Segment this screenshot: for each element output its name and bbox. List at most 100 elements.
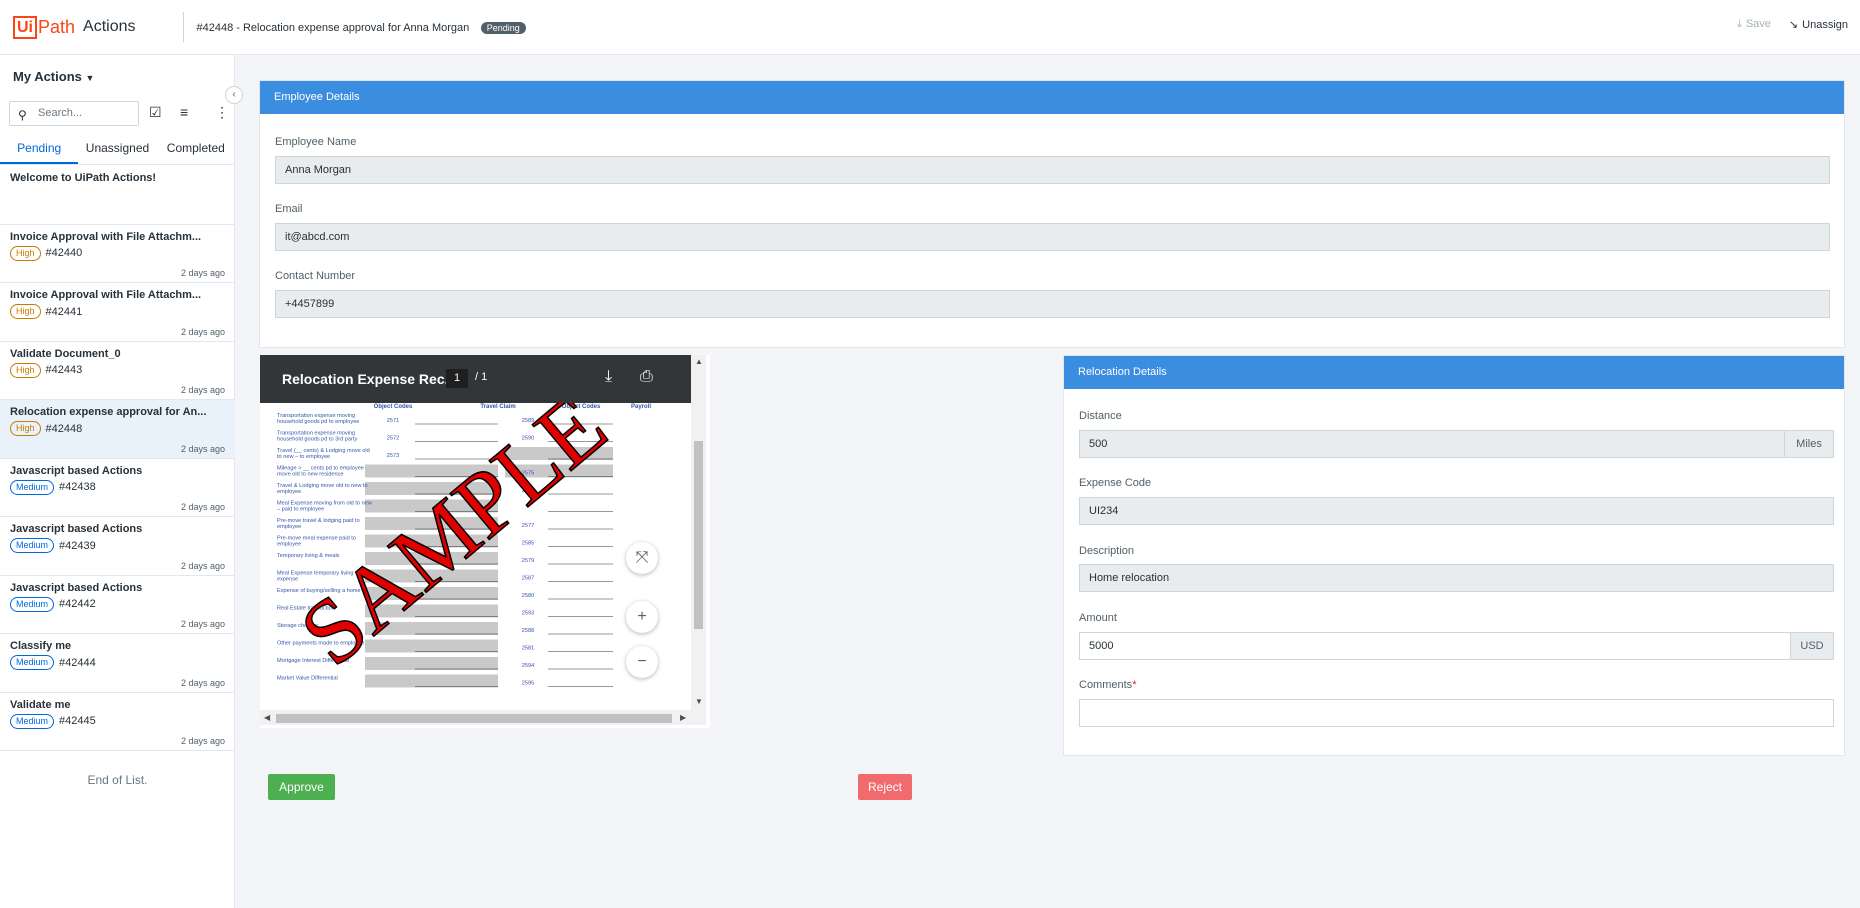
- contact-number-field[interactable]: +4457899: [275, 290, 1830, 318]
- print-icon[interactable]: ⎙: [640, 368, 653, 386]
- pdf-row-desc: employee: [277, 524, 301, 530]
- comments-field[interactable]: [1079, 699, 1834, 727]
- list-item[interactable]: Javascript based Actions Medium #42442 2 …: [0, 576, 235, 634]
- pdf-column-header: Travel Claim: [480, 404, 515, 410]
- fit-page-icon[interactable]: ⤧: [626, 542, 658, 574]
- logo-path: Path: [38, 16, 76, 37]
- distance-field[interactable]: 500: [1079, 430, 1785, 458]
- scroll-up-icon[interactable]: ▲: [695, 357, 703, 366]
- list-item[interactable]: Classify me Medium #42444 2 days ago: [0, 634, 235, 693]
- tab-unassigned[interactable]: Unassigned: [78, 135, 156, 164]
- priority-badge: High: [10, 421, 41, 436]
- pdf-page-render: Object Codes Travel Claim Object Codes Payr…: [277, 403, 651, 688]
- search-placeholder: Search...: [38, 107, 83, 119]
- item-time: 2 days ago: [180, 502, 225, 512]
- uipath-logo[interactable]: Ui Path Actions: [13, 15, 136, 39]
- item-title: Invoice Approval with File Attachm...: [10, 289, 202, 301]
- reject-button[interactable]: Reject: [858, 774, 912, 800]
- priority-badge: High: [10, 362, 41, 378]
- list-item[interactable]: Validate Document_0 High #42443 2 days ag…: [0, 342, 235, 400]
- pdf-vertical-scroll-thumb[interactable]: [694, 441, 703, 629]
- header-divider: [182, 12, 184, 42]
- item-title: Validate Document_0: [10, 347, 121, 360]
- pdf-column-header: Object Codes: [374, 404, 413, 410]
- item-time: 2 days ago: [180, 619, 225, 629]
- list-item[interactable]: Welcome to UiPath Actions!: [0, 166, 235, 225]
- zoom-out-icon[interactable]: −: [626, 646, 658, 678]
- select-all-icon[interactable]: ☑: [149, 104, 162, 121]
- required-marker: *: [1132, 679, 1137, 691]
- priority-badge: High: [10, 245, 41, 261]
- pdf-row-desc: household goods pd to employee: [277, 419, 359, 425]
- item-title: Validate me: [10, 698, 71, 711]
- end-of-list: End of List.: [87, 773, 148, 787]
- save-button[interactable]: ⤓ Save: [1737, 18, 1771, 31]
- pdf-code: 2593: [522, 611, 534, 617]
- unassign-button[interactable]: ↘ Unassign: [1789, 18, 1848, 31]
- pdf-column-header: Payroll: [631, 404, 651, 410]
- top-actions: ⤓ Save ↘ Unassign: [1737, 18, 1848, 31]
- relocation-details-card: Relocation Details Distance 500 Miles Ex…: [1063, 355, 1845, 756]
- tab-pending[interactable]: Pending: [0, 135, 79, 164]
- list-item[interactable]: Validate me Medium #42445 2 days ago: [0, 693, 235, 751]
- pdf-title: Relocation Expense Rec...: [282, 371, 457, 387]
- search-input[interactable]: ⚲ Search...: [9, 101, 139, 126]
- pdf-row-desc: to new – to employee: [277, 454, 330, 460]
- description-field[interactable]: Home relocation: [1079, 564, 1834, 592]
- amount-field[interactable]: 5000: [1079, 632, 1791, 660]
- item-time: 2 days ago: [180, 268, 225, 278]
- scroll-down-icon[interactable]: ▼: [695, 697, 703, 706]
- scroll-right-icon[interactable]: ▶: [680, 713, 686, 722]
- list-item[interactable]: Javascript based Actions Medium #42439 2 …: [0, 517, 235, 576]
- more-options-icon[interactable]: ⋮: [215, 104, 229, 121]
- collapse-sidebar-icon[interactable]: ‹: [225, 86, 243, 104]
- pdf-page-input[interactable]: 1: [446, 369, 468, 388]
- pdf-viewer[interactable]: Relocation Expense Rec... 1 / 1 ⤓ ⎙ Obje…: [260, 355, 710, 728]
- item-id: #42439: [59, 539, 96, 552]
- employee-details-header: Employee Details: [260, 81, 1844, 114]
- item-id: #42443: [45, 364, 83, 376]
- unassign-label: Unassign: [1802, 19, 1848, 31]
- pdf-code: 2595: [522, 681, 534, 687]
- pdf-code: 2572: [387, 436, 399, 442]
- item-title: Invoice Approval with File Attachm...: [10, 230, 202, 243]
- scroll-left-icon[interactable]: ◀: [264, 713, 270, 722]
- caret-down-icon: ▼: [85, 73, 95, 83]
- logo-product: Actions: [83, 18, 136, 35]
- priority-badge: High: [10, 304, 41, 319]
- employee-name-field[interactable]: Anna Morgan: [275, 156, 1830, 184]
- pdf-document: Object Codes Travel Claim Object Codes Payr…: [263, 403, 688, 708]
- my-actions-dropdown[interactable]: My Actions ▼: [13, 69, 94, 84]
- priority-badge: Medium: [10, 538, 55, 553]
- pdf-total-pages: 1: [481, 371, 488, 383]
- list-item-selected[interactable]: Relocation expense approval for An... Hi…: [0, 400, 235, 459]
- item-id: #42444: [59, 656, 96, 669]
- pdf-row-desc: expense: [277, 577, 298, 583]
- item-title: Relocation expense approval for An...: [10, 406, 207, 418]
- list-item[interactable]: Invoice Approval with File Attachm... Hi…: [0, 283, 235, 342]
- pdf-horizontal-scroll-thumb[interactable]: [276, 714, 672, 723]
- pdf-row-desc: employee: [277, 489, 301, 495]
- logo-ui: Ui: [13, 15, 37, 39]
- tab-completed[interactable]: Completed: [157, 135, 235, 164]
- item-title: Classify me: [10, 640, 72, 652]
- approve-button[interactable]: Approve: [268, 774, 335, 800]
- pdf-row-desc: move old to new residence: [277, 472, 344, 478]
- email-field[interactable]: it@abcd.com: [275, 223, 1830, 251]
- zoom-in-icon[interactable]: +: [626, 601, 658, 633]
- list-item[interactable]: Invoice Approval with File Attachm... Hi…: [0, 225, 235, 283]
- pdf-code: 2579: [522, 558, 534, 564]
- list-item[interactable]: Javascript based Actions Medium #42438 2 …: [0, 459, 235, 517]
- pdf-code: 2571: [387, 418, 399, 424]
- pdf-page-total: / 1: [475, 371, 488, 383]
- save-label: Save: [1745, 18, 1771, 30]
- expense-code-field[interactable]: UI234: [1079, 497, 1834, 525]
- item-title: Javascript based Actions: [10, 464, 143, 477]
- pdf-code: 2581: [522, 646, 534, 652]
- pdf-code: 2585: [522, 541, 534, 547]
- download-icon[interactable]: ⤓: [605, 368, 612, 386]
- sidebar: My Actions ▼ ⚲ Search... ☑ ≡ ⋮ Pending U…: [0, 55, 235, 908]
- filter-icon[interactable]: ≡: [180, 104, 188, 120]
- expense-code-label: Expense Code: [1079, 477, 1152, 489]
- priority-badge: Medium: [10, 596, 55, 612]
